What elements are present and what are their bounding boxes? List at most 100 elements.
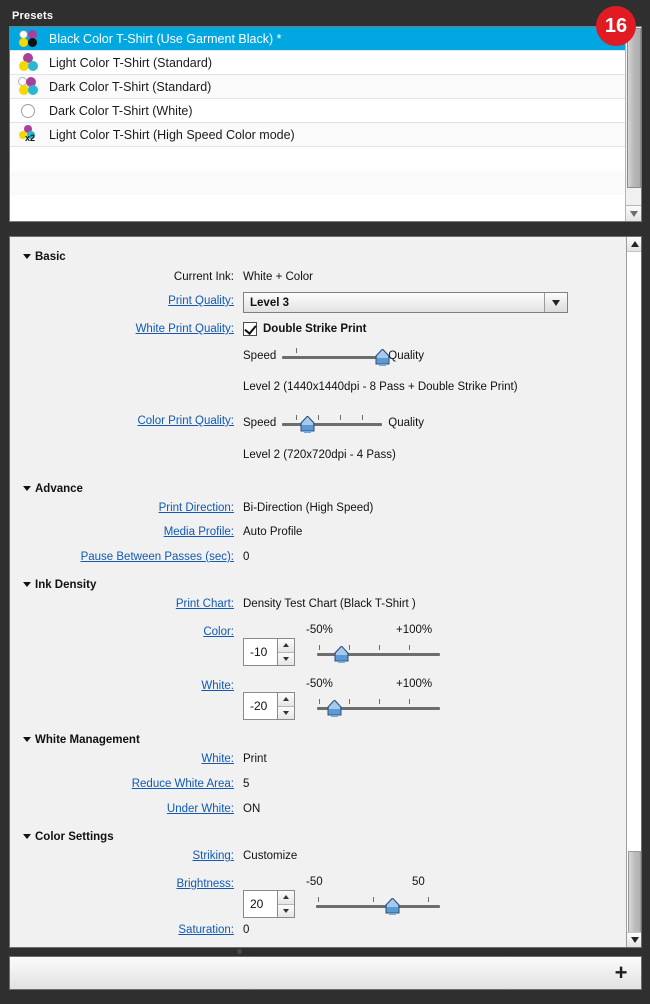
slider-handle[interactable] [375,349,390,366]
chevron-down-icon [631,937,639,943]
row-print-direction: Print Direction: Bi-Direction (High Spee… [10,502,627,524]
pause-between-passes-label[interactable]: Pause Between Passes (sec): [10,551,234,563]
pause-between-passes-value: 0 [243,551,249,563]
slider-handle[interactable] [300,416,315,433]
scroll-down-button[interactable] [626,205,642,221]
caret-up-icon [283,697,289,701]
scrollbar-thumb[interactable] [627,28,641,188]
slider-handle[interactable] [385,898,400,915]
slider-handle[interactable] [334,646,349,663]
slider-tick [362,415,363,420]
ink-density-white-slider[interactable] [317,698,440,716]
white-quality-description: Level 2 (1440x1440dpi - 8 Pass + Double … [243,381,518,393]
slider-handle[interactable] [327,700,342,717]
media-profile-label[interactable]: Media Profile: [10,526,234,538]
stepper-down-button[interactable] [278,904,294,918]
slider-track[interactable] [282,356,382,359]
under-white-label[interactable]: Under White: [10,803,234,815]
ink-cmy-x2-icon: x2 [18,125,40,145]
row-white-management-white: White: Print [10,753,627,776]
slider-max-label: +100% [396,624,432,636]
stepper-up-button[interactable] [278,639,294,652]
dropdown-arrow-button[interactable] [544,293,567,312]
row-saturation: Saturation: 0 [10,924,627,948]
ink-density-color-slider[interactable] [317,644,440,662]
row-white-print-quality: White Print Quality: Double Strike Print [10,323,627,345]
print-quality-label[interactable]: Print Quality: [10,295,234,307]
color-print-quality-label[interactable]: Color Print Quality: [10,415,234,427]
ink-cmyk-white-icon [18,29,40,49]
chevron-down-icon [552,300,560,306]
list-item[interactable]: Dark Color T-Shirt (White) [10,99,641,123]
section-header-color-settings[interactable]: Color Settings [10,829,627,845]
slider-tick [409,645,410,650]
presets-panel: Presets Black Color T-Shirt (Use Garment… [0,0,650,232]
brightness-label[interactable]: Brightness: [10,878,234,890]
print-chart-value: Density Test Chart (Black T-Shirt ) [243,598,416,610]
brightness-stepper[interactable]: 20 [243,890,295,918]
section-header-white-management[interactable]: White Management [10,732,627,748]
row-striking: Striking: Customize [10,850,627,874]
slider-track[interactable] [316,905,440,908]
color-print-quality-slider[interactable]: Speed [243,414,424,432]
section-header-ink-density[interactable]: Ink Density [10,577,627,593]
stepper-down-button[interactable] [278,706,294,720]
add-preset-button[interactable]: + [601,957,641,989]
print-chart-label[interactable]: Print Chart: [10,598,234,610]
list-item[interactable]: Black Color T-Shirt (Use Garment Black) … [10,27,641,51]
scroll-up-button[interactable] [627,237,642,252]
white-print-quality-slider[interactable]: Speed Quality [243,347,424,365]
stepper-up-button[interactable] [278,891,294,904]
row-pause-between-passes: Pause Between Passes (sec): 0 [10,551,627,574]
slider-tick [349,699,350,704]
ink-density-color-stepper[interactable]: -10 [243,638,295,666]
scroll-down-button[interactable] [627,932,642,947]
print-quality-select[interactable]: Level 3 [243,292,568,313]
list-item[interactable]: Dark Color T-Shirt (Standard) [10,75,641,99]
caret-down-icon [283,909,289,913]
under-white-value: ON [243,803,260,815]
print-direction-label[interactable]: Print Direction: [10,502,234,514]
section-header-basic[interactable]: Basic [10,249,627,265]
list-item-label: Dark Color T-Shirt (White) [49,104,193,118]
scrollbar-thumb[interactable] [628,851,641,933]
slider-tick [319,699,320,704]
slider-tick [379,645,380,650]
slider-max-label: +100% [396,678,432,690]
slider-tick [318,897,319,902]
section-header-advance[interactable]: Advance [10,481,627,497]
ink-density-color-label[interactable]: Color: [10,626,234,638]
ink-density-color-value[interactable]: -10 [244,639,277,665]
white-management-white-label[interactable]: White: [10,753,234,765]
chevron-up-icon [631,241,639,247]
saturation-label[interactable]: Saturation: [10,924,234,936]
list-item[interactable]: Light Color T-Shirt (Standard) [10,51,641,75]
brightness-slider[interactable] [316,896,440,914]
slider-tick [296,348,297,353]
settings-scrollbar[interactable] [626,237,641,947]
brightness-value[interactable]: 20 [244,891,277,917]
presets-listbox[interactable]: Black Color T-Shirt (Use Garment Black) … [9,26,642,222]
resize-handle[interactable] [237,949,242,954]
row-brightness: Brightness: -50 50 20 [10,876,627,924]
striking-label[interactable]: Striking: [10,850,234,862]
row-reduce-white-area: Reduce White Area: 5 [10,778,627,801]
slider-tick [349,645,350,650]
slider-track[interactable] [282,423,382,426]
list-item-label: Light Color T-Shirt (Standard) [49,56,212,70]
ink-density-white-label[interactable]: White: [10,680,234,692]
ink-density-white-stepper[interactable]: -20 [243,692,295,720]
white-print-quality-label[interactable]: White Print Quality: [10,323,234,335]
checkbox-checked-icon[interactable] [243,322,257,336]
presets-scrollbar[interactable] [625,27,641,221]
caret-down-icon [23,834,31,839]
caret-down-icon [23,737,31,742]
slider-tick [318,415,319,420]
slider-tick [296,415,297,420]
ink-density-white-value[interactable]: -20 [244,693,277,719]
list-item[interactable]: x2 Light Color T-Shirt (High Speed Color… [10,123,641,147]
stepper-up-button[interactable] [278,693,294,706]
double-strike-print-checkbox[interactable]: Double Strike Print [243,322,367,336]
reduce-white-area-label[interactable]: Reduce White Area: [10,778,234,790]
stepper-down-button[interactable] [278,652,294,666]
